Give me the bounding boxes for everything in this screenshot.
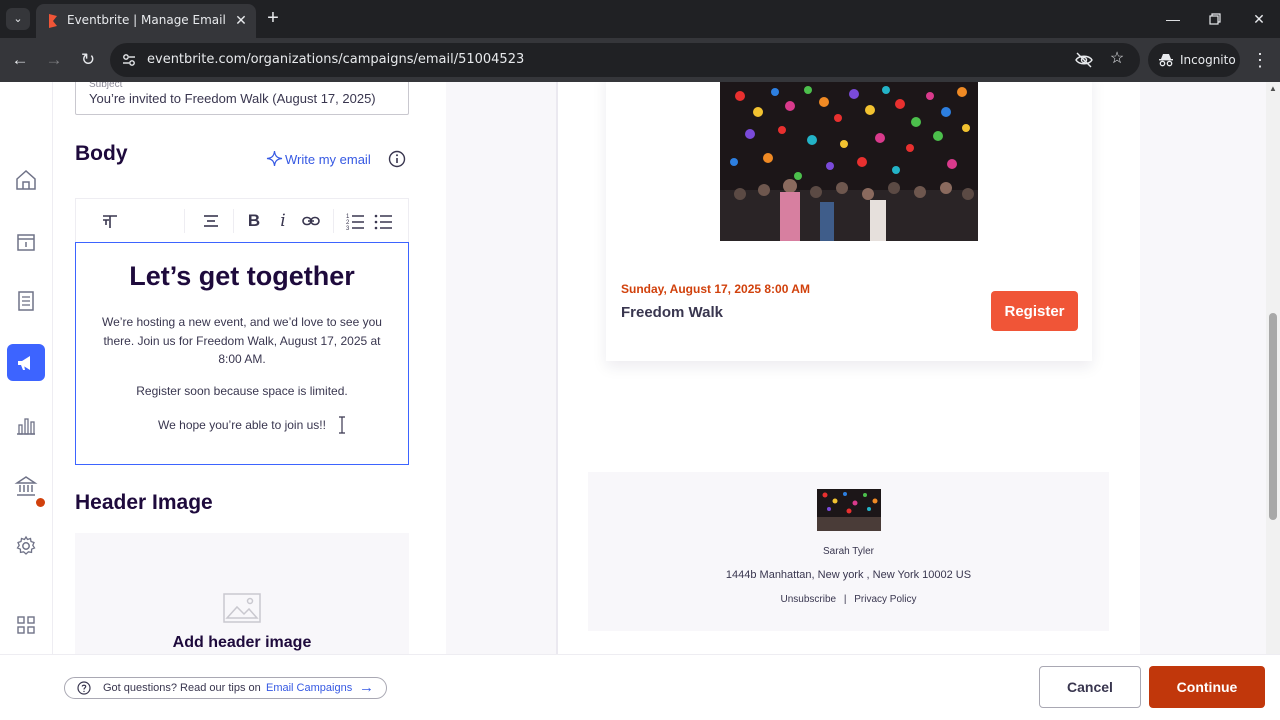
email-footer: Sarah Tyler 1444b Manhattan, New york , … bbox=[588, 472, 1109, 631]
image-placeholder-icon bbox=[223, 593, 261, 623]
svg-text:3: 3 bbox=[346, 226, 350, 231]
subject-field[interactable]: Subject You’re invited to Freedom Walk (… bbox=[75, 82, 409, 115]
add-header-image-label[interactable]: Add header image bbox=[75, 634, 409, 652]
event-card: Sunday, August 17, 2025 8:00 AM Freedom … bbox=[606, 82, 1092, 361]
back-button[interactable]: ← bbox=[8, 48, 32, 72]
toolbar-divider bbox=[333, 209, 334, 233]
arrow-right-icon[interactable]: → bbox=[359, 679, 375, 697]
forward-button[interactable]: → bbox=[42, 48, 66, 72]
scroll-up-arrow-icon[interactable]: ▲ bbox=[1269, 85, 1277, 93]
apps-grid-icon[interactable] bbox=[14, 613, 38, 637]
unsubscribe-link[interactable]: Unsubscribe bbox=[780, 594, 836, 605]
align-center-icon[interactable] bbox=[201, 211, 221, 231]
help-tips-text: Got questions? Read our tips on bbox=[103, 682, 261, 694]
notification-dot bbox=[36, 498, 45, 507]
cancel-button[interactable]: Cancel bbox=[1039, 666, 1141, 708]
email-editor-panel: Subject You’re invited to Freedom Walk (… bbox=[54, 82, 446, 654]
question-circle-icon bbox=[77, 681, 91, 695]
tab-search-button[interactable]: ⌄ bbox=[6, 8, 30, 30]
email-body-paragraph[interactable]: We hope you’re able to join us!! bbox=[76, 418, 408, 432]
email-preview-area: Sunday, August 17, 2025 8:00 AM Freedom … bbox=[446, 82, 1280, 654]
organizer-name: Sarah Tyler bbox=[823, 546, 874, 557]
calendar-icon[interactable] bbox=[14, 230, 38, 254]
reports-bar-chart-icon[interactable] bbox=[14, 413, 38, 437]
event-date: Sunday, August 17, 2025 8:00 AM bbox=[621, 282, 810, 296]
header-image-heading: Header Image bbox=[75, 491, 213, 514]
url-text: eventbrite.com/organizations/campaigns/e… bbox=[147, 52, 525, 67]
email-body-paragraph[interactable]: Register soon because space is limited. bbox=[76, 384, 408, 398]
browser-tab[interactable]: Eventbrite | Manage Email Campaigns ✕ bbox=[36, 4, 256, 38]
email-body-title[interactable]: Let’s get together bbox=[76, 261, 408, 292]
link-icon[interactable] bbox=[301, 211, 321, 231]
page-scrollbar[interactable]: ▲ bbox=[1266, 82, 1280, 654]
incognito-icon bbox=[1159, 54, 1173, 67]
incognito-label: Incognito bbox=[1180, 53, 1236, 67]
event-photo-balloons bbox=[720, 82, 978, 241]
restore-window-button[interactable] bbox=[1202, 6, 1228, 32]
email-body-paragraph[interactable]: We’re hosting a new event, and we’d love… bbox=[102, 313, 382, 369]
tab-close-icon[interactable]: ✕ bbox=[232, 11, 250, 29]
minimize-window-button[interactable]: — bbox=[1160, 6, 1186, 32]
marketing-nav-active[interactable] bbox=[7, 344, 45, 381]
browser-menu-icon[interactable]: ⋮ bbox=[1248, 48, 1272, 72]
settings-gear-icon[interactable] bbox=[14, 534, 38, 558]
subject-value[interactable]: You’re invited to Freedom Walk (August 1… bbox=[89, 91, 376, 106]
event-photo-image bbox=[720, 82, 978, 241]
subject-label: Subject bbox=[89, 82, 123, 90]
continue-button[interactable]: Continue bbox=[1149, 666, 1265, 708]
organizer-thumbnail bbox=[817, 489, 881, 531]
megaphone-icon bbox=[18, 356, 30, 370]
site-settings-icon[interactable] bbox=[120, 51, 138, 69]
browser-tabstrip: ⌄ Eventbrite | Manage Email Campaigns ✕ … bbox=[0, 0, 1280, 38]
text-cursor-ibeam-icon bbox=[339, 416, 345, 434]
scrollbar-thumb[interactable] bbox=[1269, 313, 1277, 520]
new-tab-button[interactable]: + bbox=[262, 8, 284, 30]
bookmark-star-icon[interactable]: ☆ bbox=[1106, 48, 1128, 70]
body-heading: Body bbox=[75, 142, 128, 165]
organizer-photo-image bbox=[817, 489, 881, 531]
finance-bank-icon[interactable] bbox=[14, 474, 38, 498]
orders-list-icon[interactable] bbox=[14, 289, 38, 313]
info-icon[interactable] bbox=[388, 150, 406, 168]
toolbar-divider bbox=[233, 209, 234, 233]
organizer-address: 1444b Manhattan, New york , New York 100… bbox=[725, 569, 972, 581]
numbered-list-icon[interactable]: 1 2 3 bbox=[345, 211, 365, 231]
bulleted-list-icon[interactable] bbox=[373, 211, 393, 231]
home-icon[interactable] bbox=[14, 168, 38, 192]
italic-icon[interactable]: i bbox=[273, 211, 293, 231]
toolbar-divider bbox=[184, 209, 185, 233]
register-button[interactable]: Register bbox=[991, 291, 1078, 331]
close-window-button[interactable]: ✕ bbox=[1246, 6, 1272, 32]
reload-button[interactable]: ↻ bbox=[76, 48, 100, 72]
link-separator: | bbox=[843, 594, 847, 605]
event-name: Freedom Walk bbox=[621, 304, 723, 321]
browser-toolbar: ← → ↻ eventbrite.com/organizations/campa… bbox=[0, 38, 1280, 82]
restore-icon bbox=[1209, 13, 1221, 25]
write-my-email-label: Write my email bbox=[285, 152, 371, 167]
sparkle-icon bbox=[266, 150, 283, 167]
text-size-icon[interactable] bbox=[100, 211, 120, 231]
help-tips-pill[interactable]: Got questions? Read our tips on Email Ca… bbox=[64, 677, 387, 699]
email-body-editor[interactable]: Let’s get together We’re hosting a new e… bbox=[75, 242, 409, 465]
header-image-dropzone[interactable]: Add header image bbox=[75, 533, 409, 654]
incognito-indicator[interactable]: Incognito bbox=[1148, 43, 1240, 77]
bold-icon[interactable]: B bbox=[244, 211, 264, 231]
bottom-action-bar: Got questions? Read our tips on Email Ca… bbox=[0, 654, 1280, 720]
footer-links: Unsubscribe | Privacy Policy bbox=[588, 594, 1109, 605]
left-navigation-rail bbox=[0, 82, 53, 720]
tab-title: Eventbrite | Manage Email Campaigns bbox=[67, 13, 225, 27]
rich-text-toolbar: B i 1 2 3 bbox=[75, 198, 409, 242]
tracking-protection-eye-off-icon[interactable] bbox=[1074, 51, 1094, 69]
address-bar[interactable]: eventbrite.com/organizations/campaigns/e… bbox=[110, 43, 1140, 77]
privacy-policy-link[interactable]: Privacy Policy bbox=[854, 594, 916, 605]
email-preview-canvas: Sunday, August 17, 2025 8:00 AM Freedom … bbox=[558, 82, 1140, 654]
email-campaigns-link[interactable]: Email Campaigns bbox=[266, 682, 352, 694]
eventbrite-favicon-icon bbox=[49, 14, 57, 28]
